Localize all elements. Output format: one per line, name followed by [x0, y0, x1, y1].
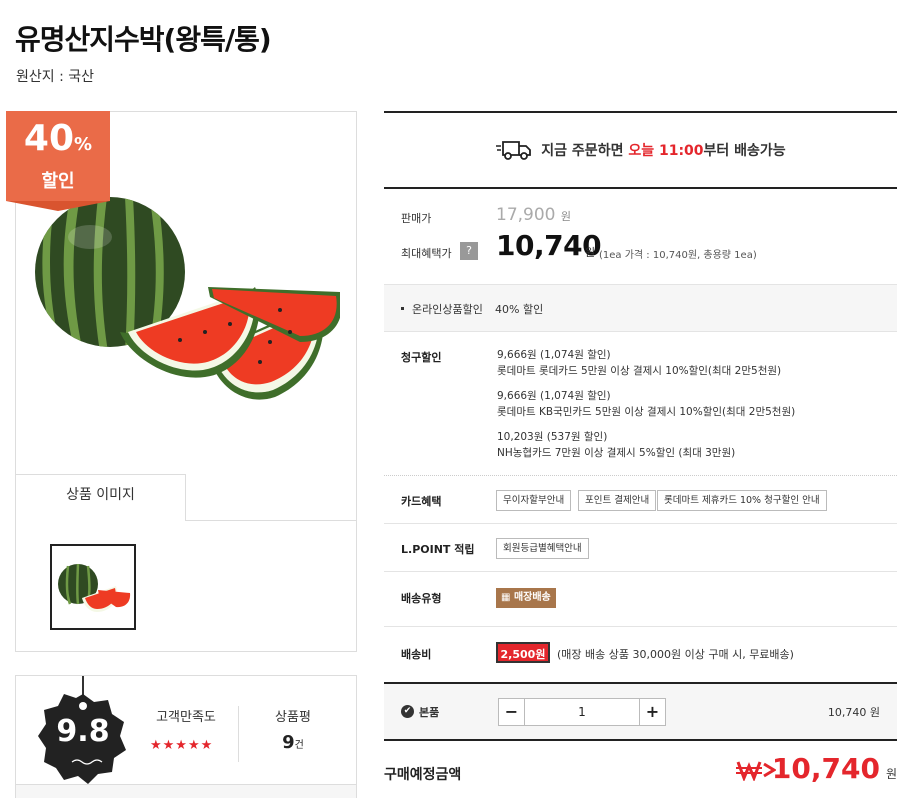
- tab-product-image[interactable]: 상품 이미지: [16, 474, 186, 521]
- total-price: 10,740 원: [772, 752, 897, 785]
- unit-price-note: (1ea 가격 : 10,740원, 총용량 1ea): [599, 250, 757, 261]
- billing-discount-amount: 9,666원 (1,074원 할인): [497, 390, 611, 402]
- decrease-quantity-button[interactable]: −: [499, 699, 525, 725]
- rating-score: 9.8: [56, 714, 110, 749]
- interest-free-installment-button[interactable]: 무이자할부안내: [496, 490, 572, 511]
- divider: [384, 523, 897, 524]
- billing-discount-item: 9,666원 (1,074원 할인) 롯데마트 KB국민카드 5만원 이상 결제…: [497, 388, 795, 420]
- point-payment-button[interactable]: 포인트 결제안내: [578, 490, 657, 511]
- divider: [384, 571, 897, 572]
- card-benefit-label: 카드혜택: [401, 495, 442, 508]
- shipping-time-highlight: 오늘 11:00: [628, 143, 704, 159]
- billing-discount-label: 청구할인: [401, 351, 442, 364]
- discount-badge: 40% 할인: [6, 111, 110, 201]
- billing-discount-condition: 롯데마트 롯데카드 5만원 이상 결제시 10%할인(최대 2만5천원): [497, 365, 782, 377]
- membership-benefit-button[interactable]: 회원등급별혜택안내: [496, 538, 589, 559]
- bullet-icon: [401, 307, 404, 310]
- rating-footer: [16, 784, 356, 798]
- origin-label: 원산지 : 국산: [16, 69, 95, 85]
- store-delivery-badge: ▦ 매장배송: [496, 588, 556, 608]
- won-arrow-icon: [736, 761, 776, 781]
- review-count-number: 9: [282, 732, 295, 753]
- total-price-unit: 원: [885, 767, 897, 781]
- quantity-input[interactable]: 1: [525, 699, 639, 725]
- delivery-type-label: 배송유형: [401, 592, 442, 605]
- delivery-fee-badge: 2,500원: [496, 642, 550, 663]
- store-icon: ▦: [501, 592, 514, 603]
- max-benefit-label: 최대혜택가: [401, 247, 452, 260]
- online-discount-value: 40% 할인: [495, 303, 544, 316]
- check-icon: ✔: [401, 705, 414, 718]
- store-delivery-text: 매장배송: [513, 592, 551, 603]
- rating-panel: 9.8 고객만족도 ★★★★★ 상품평 9건: [15, 675, 357, 798]
- price-block: 판매가 17,900 원 최대혜택가 ? 10,740 원 (1ea 가격 : …: [384, 189, 897, 284]
- shipping-banner-prefix: 지금 주문하면: [541, 143, 629, 159]
- final-price-unit: 원: [585, 246, 596, 259]
- review-count[interactable]: 9건: [256, 732, 330, 753]
- quantity-row: ✔ 본품 − 1 + 10,740 원: [384, 684, 897, 739]
- partner-card-discount-button[interactable]: 롯데마트 제휴카드 10% 청구할인 안내: [657, 490, 827, 511]
- increase-quantity-button[interactable]: +: [639, 699, 665, 725]
- billing-discount-amount: 9,666원 (1,074원 할인): [497, 349, 611, 361]
- billing-discount-amount: 10,203원 (537원 할인): [497, 431, 608, 443]
- online-discount-row: 온라인상품할인 40% 할인: [384, 284, 897, 332]
- billing-discount-item: 10,203원 (537원 할인) NH농협카드 7만원 이상 결제시 5%할인…: [497, 429, 735, 461]
- delivery-fee-note: (매장 배송 상품 30,000원 이상 구매 시, 무료배송): [557, 648, 794, 661]
- review-count-unit: 건: [294, 740, 304, 751]
- product-image-panel: 40% 할인 상품 이미지: [6, 111, 357, 652]
- watermelon-thumbnail-icon: [58, 563, 131, 612]
- thumbnail-image[interactable]: [50, 544, 136, 630]
- watermelon-image: [35, 197, 340, 400]
- original-price: 17,900 원: [496, 205, 571, 225]
- badge-ribbon-tail: [6, 201, 110, 211]
- delivery-fee-label: 배송비: [401, 648, 432, 661]
- help-icon[interactable]: ?: [460, 242, 478, 260]
- review-label[interactable]: 상품평: [256, 706, 330, 725]
- divider: [384, 739, 897, 741]
- original-price-value: 17,900: [496, 205, 556, 225]
- original-price-unit: 원: [560, 210, 572, 223]
- divider: [384, 626, 897, 627]
- online-discount-label: 온라인상품할인: [412, 303, 483, 316]
- sale-price-label: 판매가: [401, 212, 432, 225]
- total-label: 구매예정금액: [384, 767, 462, 783]
- option-name: 본품: [419, 706, 440, 719]
- lpoint-label: L.POINT 적립: [401, 543, 475, 556]
- product-title: 유명산지수박(왕특/통): [15, 23, 272, 56]
- discount-percent-unit: %: [74, 134, 93, 155]
- divider: [238, 706, 239, 762]
- total-price-value: 10,740: [771, 752, 880, 785]
- billing-discount-condition: NH농협카드 7만원 이상 결제시 5%할인 (최대 3만원): [497, 447, 736, 459]
- discount-percent: 40: [23, 118, 75, 159]
- divider: [384, 475, 897, 476]
- star-rating: ★★★★★: [150, 738, 214, 753]
- option-amount: 10,740 원: [827, 706, 880, 719]
- billing-discount-item: 9,666원 (1,074원 할인) 롯데마트 롯데카드 5만원 이상 결제시 …: [497, 347, 781, 379]
- billing-discount-condition: 롯데마트 KB국민카드 5만원 이상 결제시 10%할인(최대 2만5천원): [497, 406, 796, 418]
- shipping-banner-suffix: 부터 배송가능: [703, 143, 786, 159]
- shipping-banner: 지금 주문하면 오늘 11:00 부터 배송가능: [384, 113, 897, 187]
- delivery-truck-icon: [496, 141, 532, 160]
- satisfaction-label: 고객만족도: [156, 710, 216, 725]
- quantity-stepper[interactable]: − 1 +: [498, 698, 666, 726]
- discount-label: 할인: [41, 171, 75, 192]
